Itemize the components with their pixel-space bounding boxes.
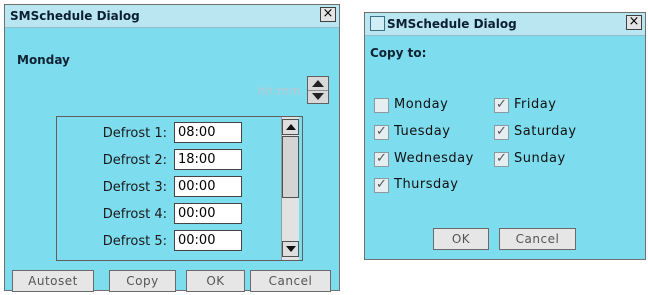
vertical-scrollbar[interactable] — [281, 117, 299, 260]
cancel-button[interactable]: Cancel — [499, 228, 576, 250]
arrow-up-icon — [312, 80, 324, 87]
checkbox-label: Friday — [514, 97, 557, 112]
cancel-button[interactable]: Cancel — [250, 270, 331, 292]
close-icon[interactable]: × — [320, 7, 336, 22]
defrost-label: Defrost 5: — [102, 234, 167, 249]
scroll-up-button[interactable] — [282, 119, 299, 135]
defrost-row: Defrost 2: 18:00 — [57, 148, 287, 174]
spinner-up-button[interactable] — [308, 77, 328, 91]
title-bar[interactable]: SMSchedule Dialog × — [5, 5, 339, 28]
defrost-row: Defrost 1: 08:00 — [57, 121, 287, 147]
checkbox-label: Sunday — [514, 151, 566, 166]
ok-button[interactable]: OK — [186, 270, 245, 292]
schedule-dialog: SMSchedule Dialog × Monday hh:mm Defrost… — [4, 4, 340, 292]
defrost-row: Defrost 5: 00:00 — [57, 229, 287, 255]
time-spinner[interactable] — [307, 76, 329, 104]
checkbox-box[interactable]: ✓ — [374, 177, 389, 193]
title-bar[interactable]: SMSchedule Dialog × — [365, 13, 645, 36]
time-format-hint: hh:mm — [258, 84, 301, 98]
check-icon: ✓ — [496, 151, 507, 166]
scroll-thumb[interactable] — [282, 136, 299, 198]
close-icon[interactable]: × — [626, 15, 642, 30]
ok-button[interactable]: OK — [433, 228, 489, 250]
defrost-label: Defrost 4: — [102, 207, 167, 222]
checkbox-box[interactable]: ✓ — [494, 151, 509, 167]
checkbox-label: Thursday — [394, 177, 459, 192]
defrost-time-input[interactable]: 00:00 — [174, 230, 242, 251]
defrost-row: Defrost 3: 00:00 — [57, 175, 287, 201]
copy-to-dialog: SMSchedule Dialog × Copy to: Monday ✓ Tu… — [364, 12, 646, 260]
checkbox-label: Saturday — [514, 124, 577, 139]
defrost-label: Defrost 1: — [102, 126, 167, 141]
checkbox-label: Wednesday — [394, 151, 474, 166]
checkbox-label: Tuesday — [394, 124, 451, 139]
arrow-down-icon — [312, 93, 324, 100]
day-heading: Monday — [17, 53, 70, 67]
app-icon — [370, 16, 385, 31]
copy-button[interactable]: Copy — [109, 270, 176, 292]
check-icon: ✓ — [496, 124, 507, 139]
check-icon: ✓ — [376, 124, 387, 139]
arrow-down-icon — [286, 246, 296, 252]
checkbox-box[interactable]: ✓ — [374, 124, 389, 140]
defrost-label: Defrost 3: — [102, 180, 167, 195]
copy-to-heading: Copy to: — [370, 46, 427, 60]
spinner-down-button[interactable] — [308, 90, 328, 103]
check-icon: ✓ — [496, 97, 507, 112]
checkbox-box[interactable]: ✓ — [374, 151, 389, 167]
check-icon: ✓ — [376, 151, 387, 166]
scroll-down-button[interactable] — [282, 241, 299, 257]
defrost-time-input[interactable]: 18:00 — [174, 149, 242, 170]
defrost-time-input[interactable]: 00:00 — [174, 203, 242, 224]
check-icon: ✓ — [376, 177, 387, 192]
checkbox-box[interactable]: ✓ — [494, 124, 509, 140]
checkbox-box[interactable]: ✓ — [494, 97, 509, 113]
defrost-time-input[interactable]: 00:00 — [174, 176, 242, 197]
checkbox-label: Monday — [394, 97, 449, 112]
defrost-list: Defrost 1: 08:00 Defrost 2: 18:00 Defros… — [56, 116, 303, 261]
dialog-title: SMSchedule Dialog — [10, 9, 140, 23]
defrost-time-input[interactable]: 08:00 — [174, 122, 242, 143]
dialog-title: SMSchedule Dialog — [387, 17, 517, 31]
arrow-up-icon — [286, 124, 296, 130]
checkbox-box[interactable] — [374, 98, 389, 113]
autoset-button[interactable]: Autoset — [12, 270, 94, 292]
defrost-row: Defrost 4: 00:00 — [57, 202, 287, 228]
defrost-label: Defrost 2: — [102, 153, 167, 168]
